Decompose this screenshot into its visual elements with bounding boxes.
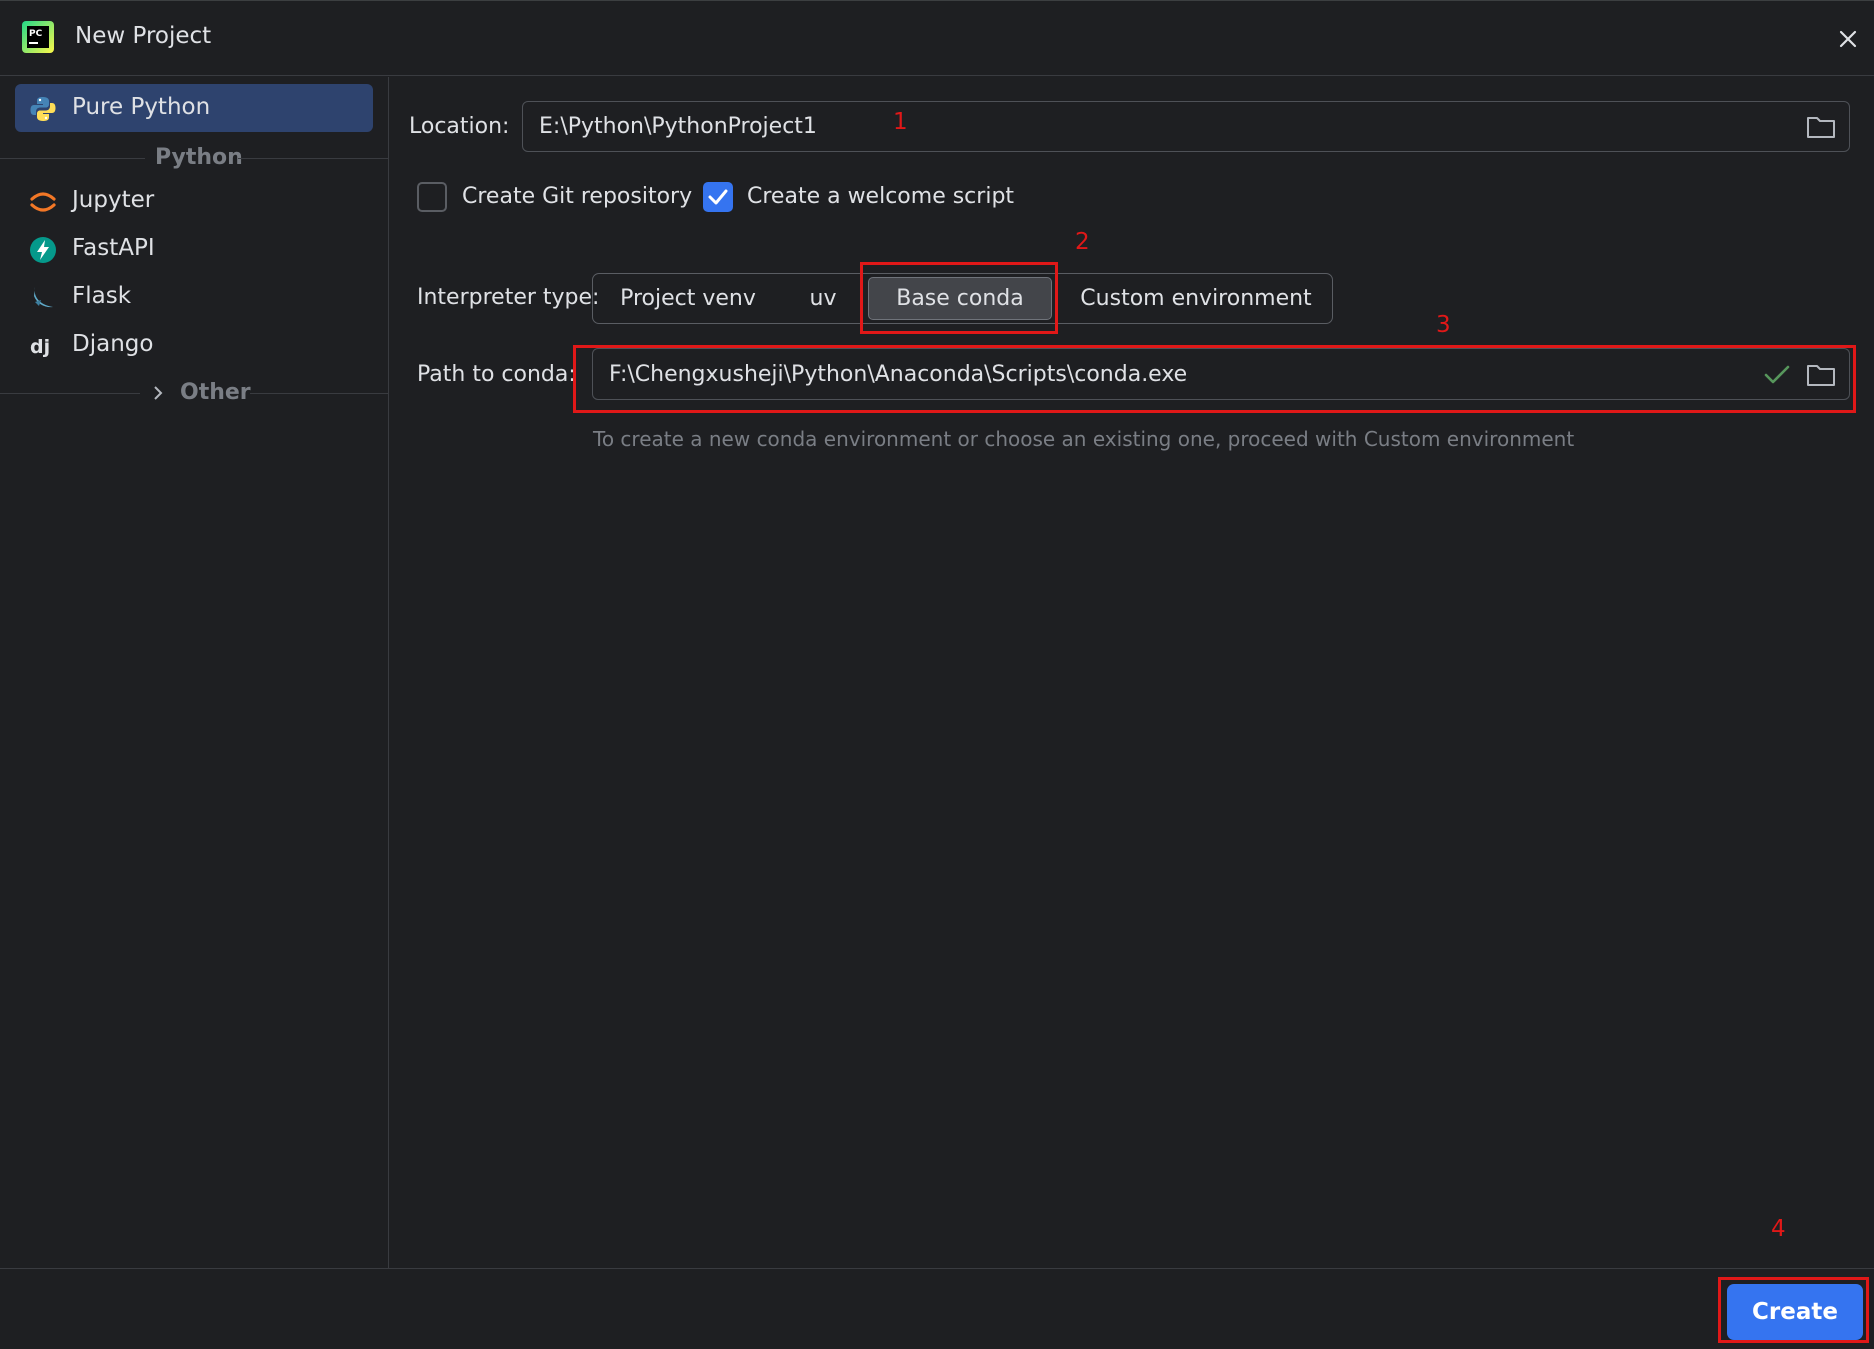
annotation-number: 4 — [1771, 1216, 1786, 1242]
sidebar-item-label: Flask — [72, 283, 132, 309]
welcome-script-label[interactable]: Create a welcome script — [747, 184, 1014, 209]
chevron-right-icon[interactable] — [150, 384, 166, 402]
checkmark-icon — [708, 189, 728, 205]
window-title: New Project — [75, 23, 212, 49]
location-input[interactable] — [539, 102, 1755, 151]
svg-text:PC: PC — [29, 29, 43, 39]
group-separator-python: Python — [0, 143, 388, 173]
django-icon: dj — [30, 336, 50, 358]
sidebar-item-pure-python[interactable]: Pure Python — [15, 84, 373, 132]
location-field[interactable] — [522, 101, 1850, 152]
title-bar: PC New Project — [0, 0, 1874, 76]
annotation-number: 1 — [893, 109, 908, 135]
pycharm-logo-icon: PC — [22, 21, 54, 53]
folder-icon[interactable] — [1806, 114, 1836, 140]
interpreter-option-uv[interactable]: uv — [783, 274, 863, 323]
flask-icon — [34, 287, 53, 308]
annotation-box — [573, 345, 1856, 413]
conda-path-label: Path to conda: — [417, 362, 576, 387]
python-icon — [30, 97, 56, 121]
sidebar-item-label: FastAPI — [72, 235, 155, 261]
sidebar-item-jupyter[interactable]: Jupyter — [15, 177, 373, 225]
sidebar-item-fastapi[interactable]: FastAPI — [15, 225, 373, 273]
group-separator-other[interactable]: Other — [0, 378, 388, 408]
group-label: Python — [155, 145, 243, 170]
sidebar-item-label: Pure Python — [72, 94, 211, 120]
annotation-number: 3 — [1436, 312, 1451, 338]
conda-hint-text: To create a new conda environment or cho… — [593, 427, 1575, 451]
fastapi-icon — [30, 237, 56, 263]
create-git-checkbox[interactable] — [417, 182, 447, 212]
annotation-box — [1718, 1277, 1869, 1343]
group-label[interactable]: Other — [180, 380, 251, 405]
annotation-box — [860, 262, 1058, 334]
interpreter-type-label: Interpreter type: — [417, 285, 600, 310]
jupyter-icon — [30, 192, 56, 212]
interpreter-option-project-venv[interactable]: Project venv — [593, 274, 783, 323]
sidebar-item-flask[interactable]: Flask — [15, 273, 373, 321]
sidebar-item-django[interactable]: dj Django — [15, 321, 373, 369]
create-git-label[interactable]: Create Git repository — [462, 184, 692, 209]
close-icon[interactable] — [1834, 25, 1862, 53]
project-type-sidebar: Pure Python Python Jupyter FastAPI Flask… — [0, 77, 389, 1269]
interpreter-option-custom-environment[interactable]: Custom environment — [1061, 274, 1331, 323]
sidebar-item-label: Django — [72, 331, 154, 357]
location-label: Location: — [409, 114, 510, 139]
dialog-footer — [0, 1268, 1874, 1349]
svg-text:dj: dj — [30, 336, 50, 358]
annotation-number: 2 — [1075, 229, 1090, 255]
welcome-script-checkbox[interactable] — [703, 182, 733, 212]
sidebar-item-label: Jupyter — [72, 187, 155, 213]
